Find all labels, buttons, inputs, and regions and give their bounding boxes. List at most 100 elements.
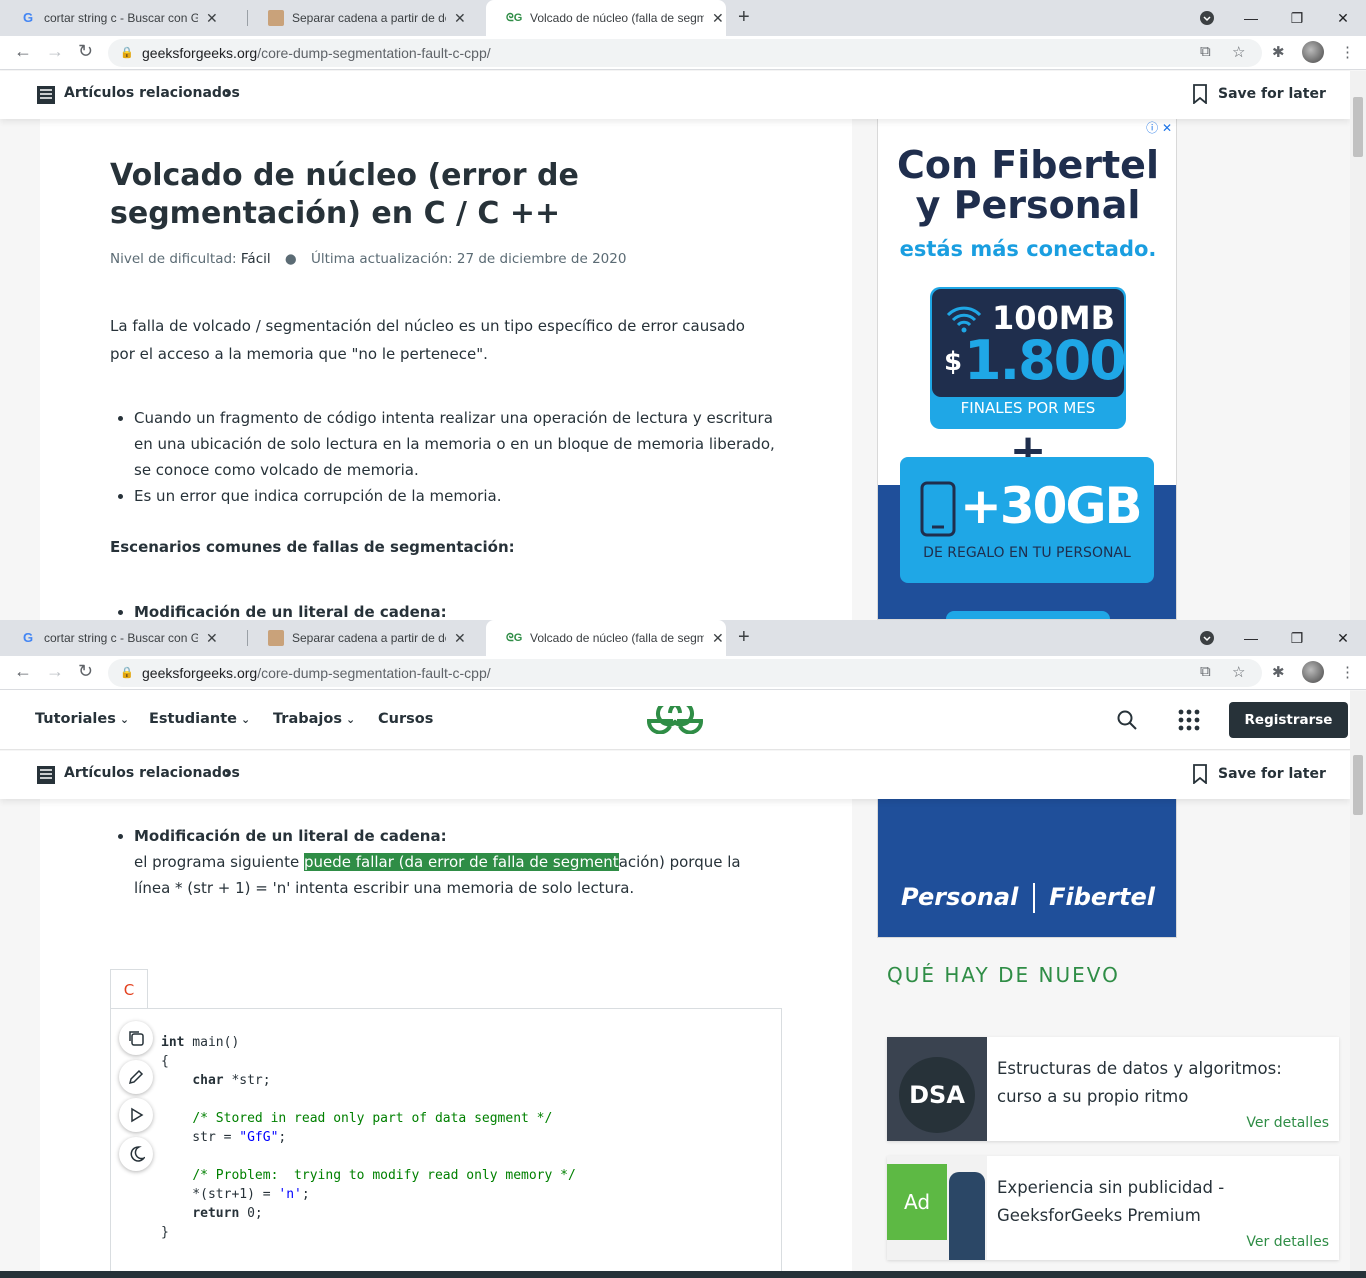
news-card[interactable]: Ad Experiencia sin publicidad - Geeksfor…: [887, 1156, 1339, 1260]
edit-icon[interactable]: [119, 1060, 153, 1094]
reload-icon[interactable]: ↻: [78, 661, 93, 682]
highlighted-text: puede fallar (da error de falla de segme…: [303, 853, 619, 871]
article-bullets: Cuando un fragmento de código intenta re…: [134, 405, 775, 509]
view-details-link[interactable]: Ver detalles: [1246, 1115, 1329, 1131]
bookmark-icon[interactable]: [1193, 764, 1207, 784]
copy-icon[interactable]: [119, 1021, 153, 1055]
tab-google-search[interactable]: G cortar string c - Buscar con Goog ✕: [0, 620, 248, 656]
close-icon[interactable]: ✕: [206, 630, 218, 647]
star-icon[interactable]: ☆: [1232, 663, 1245, 681]
close-icon[interactable]: ✕: [712, 10, 724, 27]
nav-tutoriales[interactable]: Tutoriales ⌄: [35, 711, 129, 727]
register-button[interactable]: Registrarse: [1229, 702, 1348, 738]
dsa-thumbnail: DSA: [887, 1037, 987, 1141]
minimize-button[interactable]: —: [1228, 0, 1274, 36]
scenario-list: Modificación de un literal de cadena:: [134, 599, 447, 620]
related-articles-bar: Artículos relacionados › Save for later: [0, 71, 1350, 119]
articles-icon: [37, 766, 55, 784]
ad-price-box: 100MB $ 1.800 FINALES POR MES: [930, 287, 1127, 429]
ad-brands: Personal Fibertel: [901, 883, 1155, 913]
forward-icon[interactable]: →: [46, 41, 64, 62]
address-bar[interactable]: 🔒 geeksforgeeks.org/core-dump-segmentati…: [108, 659, 1262, 687]
run-icon[interactable]: [119, 1098, 153, 1132]
profile-avatar[interactable]: [1302, 41, 1324, 63]
reload-icon[interactable]: ↻: [78, 41, 93, 62]
tab-volcado-nucleo[interactable]: ᘓG Volcado de núcleo (falla de segm ✕: [486, 0, 726, 36]
scrollbar[interactable]: [1350, 691, 1366, 1278]
fibertel-ad[interactable]: ⓘ ✕ Con Fibertel y Personal estás más con…: [877, 118, 1177, 620]
extensions-icon[interactable]: ✱: [1272, 663, 1285, 681]
close-icon[interactable]: ✕: [454, 10, 466, 27]
scenarios-heading: Escenarios comunes de fallas de segmenta…: [110, 538, 515, 556]
translate-icon[interactable]: ⧉: [1200, 663, 1211, 680]
tab-strip: G cortar string c - Buscar con Goog ✕ Se…: [0, 620, 1366, 656]
profile-avatar[interactable]: [1302, 661, 1324, 683]
list-item: Cuando un fragmento de código intenta re…: [134, 405, 775, 483]
lock-icon: 🔒: [120, 667, 134, 679]
menu-icon[interactable]: ⋮: [1340, 43, 1355, 61]
ad-gift-box: +30GB DE REGALO EN TU PERSONAL: [900, 457, 1154, 583]
news-card[interactable]: DSA Estructuras de datos y algoritmos: c…: [887, 1037, 1339, 1141]
code-language-tab[interactable]: C: [110, 969, 148, 1009]
tab-search-icon[interactable]: [1184, 0, 1230, 36]
chevron-right-icon[interactable]: ›: [224, 83, 231, 102]
footer-edge: [0, 1271, 1366, 1278]
dark-mode-icon[interactable]: [119, 1137, 153, 1171]
close-window-button[interactable]: ✕: [1320, 620, 1366, 656]
close-icon[interactable]: ✕: [206, 10, 218, 27]
nav-trabajos[interactable]: Trabajos ⌄: [273, 711, 355, 727]
tab-google-search[interactable]: G cortar string c - Buscar con Goog ✕: [0, 0, 248, 36]
bookmark-icon[interactable]: [1193, 84, 1207, 104]
scenario-list: Modificación de un literal de cadena: el…: [134, 823, 814, 901]
close-window-button[interactable]: ✕: [1320, 0, 1366, 36]
save-for-later-button[interactable]: Save for later: [1218, 766, 1326, 782]
forward-icon[interactable]: →: [46, 661, 64, 682]
related-articles-link[interactable]: Artículos relacionados: [64, 765, 240, 781]
scrollbar[interactable]: [1350, 71, 1366, 620]
new-tab-button[interactable]: +: [738, 626, 750, 649]
tab-separar-cadena[interactable]: Separar cadena a partir de delimi ✕: [248, 620, 486, 656]
related-articles-link[interactable]: Artículos relacionados: [64, 85, 240, 101]
star-icon[interactable]: ☆: [1232, 43, 1245, 61]
gfg-icon: ᘓG: [506, 12, 523, 24]
gfg-logo-icon[interactable]: [646, 706, 704, 734]
article-intro: La falla de volcado / segmentación del n…: [110, 317, 745, 363]
site-navbar: Tutoriales ⌄ Estudiante ⌄ Trabajos ⌄ Cursos…: [0, 690, 1350, 750]
address-bar[interactable]: 🔒 geeksforgeeks.org/core-dump-segmentati…: [108, 39, 1262, 67]
restore-button[interactable]: ❐: [1274, 620, 1320, 656]
list-item: Modificación de un literal de cadena:: [134, 599, 447, 620]
tab-search-icon[interactable]: [1184, 620, 1230, 656]
back-icon[interactable]: ←: [14, 41, 32, 62]
back-icon[interactable]: ←: [14, 661, 32, 682]
whats-new-heading: QUÉ HAY DE NUEVO: [887, 963, 1120, 987]
lock-icon: 🔒: [120, 47, 134, 59]
code-block: int main() { char *str; /* Stored in rea…: [110, 1008, 782, 1278]
scrollbar-thumb[interactable]: [1353, 755, 1363, 815]
nav-cursos[interactable]: Cursos: [378, 711, 433, 727]
new-tab-button[interactable]: +: [738, 6, 750, 29]
browser-toolbar: ← → ↻ 🔒 geeksforgeeks.org/core-dump-segm…: [0, 36, 1366, 70]
ad-choices-icon[interactable]: ⓘ ✕: [1146, 119, 1172, 136]
minimize-button[interactable]: —: [1228, 620, 1274, 656]
view-details-link[interactable]: Ver detalles: [1246, 1234, 1329, 1250]
nav-estudiante[interactable]: Estudiante ⌄: [149, 711, 250, 727]
close-icon[interactable]: ✕: [454, 630, 466, 647]
google-icon: G: [22, 10, 34, 25]
chevron-right-icon[interactable]: ›: [224, 763, 231, 782]
list-item: Es un error que indica corrupción de la …: [134, 483, 775, 509]
gfg-icon: ᘓG: [506, 632, 523, 644]
translate-icon[interactable]: ⧉: [1200, 43, 1211, 60]
tab-volcado-nucleo[interactable]: ᘓG Volcado de núcleo (falla de segm ✕: [486, 620, 726, 656]
tab-separar-cadena[interactable]: Separar cadena a partir de delimi ✕: [248, 0, 486, 36]
close-icon[interactable]: ✕: [712, 630, 724, 647]
restore-button[interactable]: ❐: [1274, 0, 1320, 36]
apps-grid-icon[interactable]: [1178, 709, 1200, 731]
menu-icon[interactable]: ⋮: [1340, 663, 1355, 681]
extensions-icon[interactable]: ✱: [1272, 43, 1285, 61]
scrollbar-thumb[interactable]: [1353, 97, 1363, 157]
related-articles-bar: Artículos relacionados › Save for later: [0, 751, 1350, 799]
search-icon[interactable]: [1117, 710, 1137, 730]
save-for-later-button[interactable]: Save for later: [1218, 86, 1326, 102]
user-avatar-icon: [268, 630, 284, 646]
articles-icon: [37, 86, 55, 104]
